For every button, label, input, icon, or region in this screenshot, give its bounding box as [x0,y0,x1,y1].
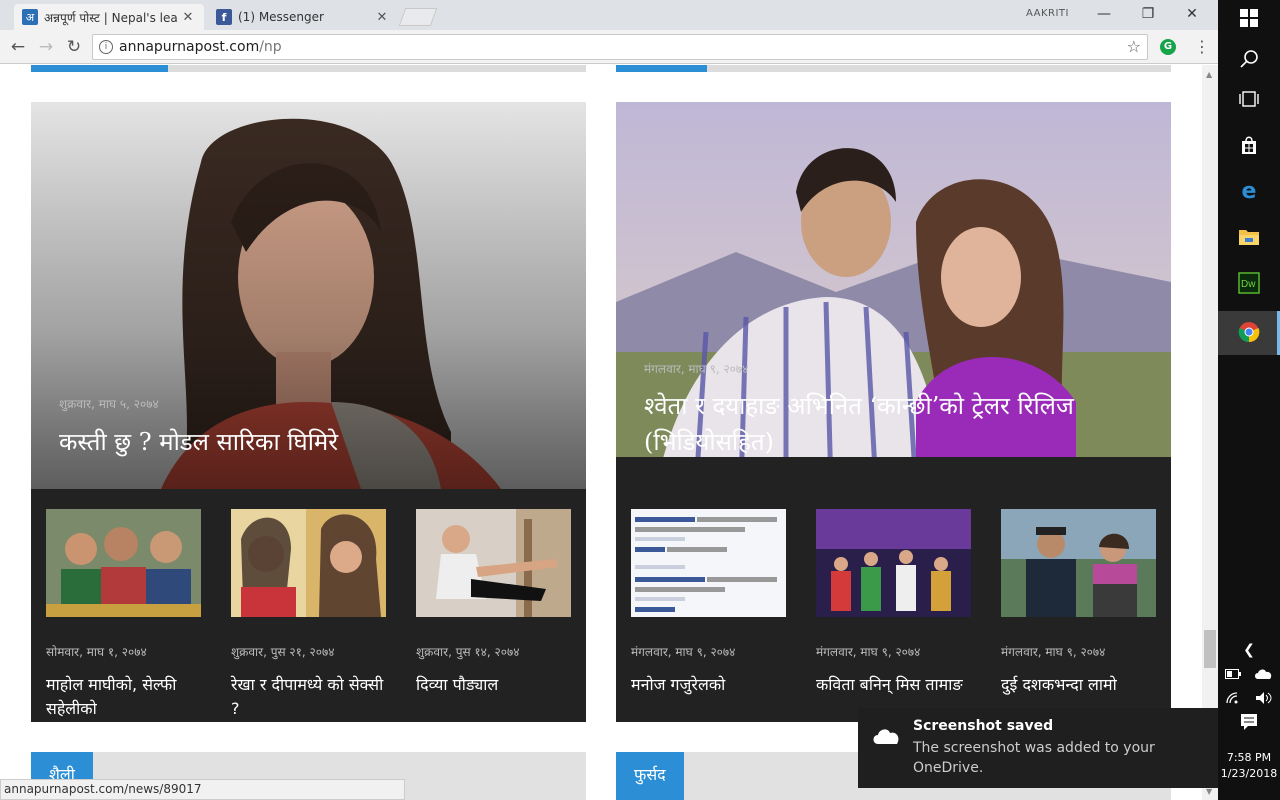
chevron-up-icon[interactable]: ❮ [1237,638,1261,662]
thumb-image[interactable] [46,509,201,617]
info-icon[interactable]: i [99,40,113,54]
svg-text:Dw: Dw [1241,279,1256,290]
thumb-image[interactable] [231,509,386,617]
close-tab-icon[interactable]: ✕ [180,10,196,25]
grammarly-icon[interactable]: G [1160,39,1176,55]
list-item[interactable]: मंगलवार, माघ ९, २०७४ कविता बनिन् मिस ताम… [816,509,971,694]
browser-toolbar: ← → ↻ i annapurnapost.com/np ☆ G ⋮ [0,30,1218,64]
list-item[interactable]: मंगलवार, माघ ९, २०७४ दुई दशकभन्दा लामो [1001,509,1156,694]
article-title[interactable]: मनोज गजुरेलको [631,673,791,697]
section-bar-left [31,65,586,72]
hero-headline[interactable]: कस्ती छु ? मोडल सारिका घिमिरे [59,424,559,460]
back-icon[interactable]: ← [6,35,30,59]
hero-date: शुक्रवार, माघ ५, २०७४ [59,397,159,411]
toast-title: Screenshot saved [913,718,1054,734]
action-center-icon[interactable] [1237,713,1261,737]
status-bar: annapurnapost.com/news/89017 [0,779,405,800]
thumb-image[interactable] [1001,509,1156,617]
file-explorer-icon[interactable] [1237,227,1261,251]
clock-time: 7:58 PM [1226,751,1272,764]
dreamweaver-icon[interactable]: Dw [1237,272,1261,296]
article-date: सोमवार, माघ १, २०७४ [46,645,147,659]
page-scrollbar[interactable]: ▲ ▼ [1202,65,1218,800]
hero-article-left[interactable]: शुक्रवार, माघ ५, २०७४ कस्ती छु ? मोडल सा… [31,102,586,489]
thumb-image[interactable] [816,509,971,617]
store-icon[interactable] [1237,134,1261,158]
list-item[interactable]: मंगलवार, माघ ९, २०७४ मनोज गजुरेलको [631,509,786,694]
article-date: मंगलवार, माघ ९, २०७४ [1001,645,1106,659]
forward-icon[interactable]: → [34,35,58,59]
article-title[interactable]: रेखा र दीपामध्ये को सेक्सी ? [231,673,391,721]
tab-strip: अ अन्नपूर्ण पोस्ट | Nepal's lea ✕ f (1) … [0,0,1218,30]
hero-headline[interactable]: श्वेता र दयाहाङ अभिनित ‘कान्छी’को ट्रेलर… [644,388,1154,460]
right-news-panel: मंगलवार, माघ ९, २०७४ श्वेता र दयाहाङ अभि… [616,102,1171,722]
windows-start-icon[interactable] [1237,8,1261,32]
restore-icon[interactable]: ❐ [1126,2,1170,26]
article-title[interactable]: माहोल माघीको, सेल्फी सहेलीको [46,673,206,721]
volume-icon[interactable] [1254,688,1274,712]
scroll-up-icon[interactable]: ▲ [1206,70,1212,79]
clock-date: 1/23/2018 [1220,767,1278,780]
thumb-image[interactable] [631,509,786,617]
toast-notification[interactable]: Screenshot saved The screenshot was adde… [858,708,1218,788]
page-content: शुक्रवार, माघ ५, २०७४ कस्ती छु ? मोडल सा… [0,65,1202,800]
hero-date: मंगलवार, माघ ९, २०७४ [644,362,749,376]
annapurna-favicon-icon: अ [22,9,38,25]
cloud-icon [873,729,899,744]
toast-message: The screenshot was added to your OneDriv… [913,740,1155,776]
search-icon[interactable] [1237,49,1261,73]
browser-window: अ अन्नपूर्ण पोस्ट | Nepal's lea ✕ f (1) … [0,0,1218,800]
bookmark-star-icon[interactable]: ☆ [1127,35,1141,59]
url-path: /np [259,39,282,55]
article-date: शुक्रवार, पुस २१, २०७४ [231,645,335,659]
task-view-icon[interactable] [1237,89,1261,113]
article-title[interactable]: दिव्या पौड्याल [416,673,576,697]
onedrive-sync-icon[interactable] [1254,664,1274,688]
facebook-favicon-icon: f [216,9,232,25]
reload-icon[interactable]: ↻ [62,35,86,59]
new-tab-button[interactable] [398,8,438,26]
url-host: annapurnapost.com [119,39,260,55]
address-bar[interactable]: i annapurnapost.com/np ☆ [92,34,1148,60]
taskbar: e Dw ❮ 7:58 PM 1/23/2018 [1218,0,1280,800]
close-window-icon[interactable]: ✕ [1170,2,1214,26]
wifi-icon[interactable] [1224,688,1242,712]
left-news-panel: शुक्रवार, माघ ५, २०७४ कस्ती छु ? मोडल सा… [31,102,586,722]
section-label[interactable]: फुर्सद [616,752,684,800]
edge-icon[interactable]: e [1237,180,1261,204]
thumb-image[interactable] [416,509,571,617]
hero-article-right[interactable]: मंगलवार, माघ ९, २०७४ श्वेता र दयाहाङ अभि… [616,102,1171,489]
list-item[interactable]: सोमवार, माघ १, २०७४ माहोल माघीको, सेल्फी… [46,509,201,718]
article-title[interactable]: दुई दशकभन्दा लामो [1001,673,1161,697]
tab-title: (1) Messenger [238,10,324,24]
scroll-down-icon[interactable]: ▼ [1206,787,1212,796]
section-bar-right [616,65,1171,72]
list-item[interactable]: शुक्रवार, पुस २१, २०७४ रेखा र दीपामध्ये … [231,509,386,718]
tab-annapurna[interactable]: अ अन्नपूर्ण पोस्ट | Nepal's lea ✕ [14,4,204,30]
battery-icon[interactable] [1224,664,1242,688]
menu-dots-icon[interactable]: ⋮ [1194,37,1210,56]
chrome-icon[interactable] [1237,321,1261,345]
tab-title: अन्नपूर्ण पोस्ट | Nepal's lea [44,10,178,25]
list-item[interactable]: शुक्रवार, पुस १४, २०७४ दिव्या पौड्याल [416,509,571,694]
minimize-icon[interactable]: — [1082,2,1126,26]
scrollbar-thumb[interactable] [1204,630,1216,668]
profile-name[interactable]: AAKRITI [1026,8,1069,19]
close-tab-icon[interactable]: ✕ [374,10,390,25]
tab-messenger[interactable]: f (1) Messenger ✕ [208,4,398,30]
article-date: शुक्रवार, पुस १४, २०७४ [416,645,520,659]
article-title[interactable]: कविता बनिन् मिस तामाङ [816,673,976,697]
article-date: मंगलवार, माघ ९, २०७४ [816,645,921,659]
clock[interactable]: 7:58 PM 1/23/2018 [1218,750,1280,782]
article-date: मंगलवार, माघ ९, २०७४ [631,645,736,659]
